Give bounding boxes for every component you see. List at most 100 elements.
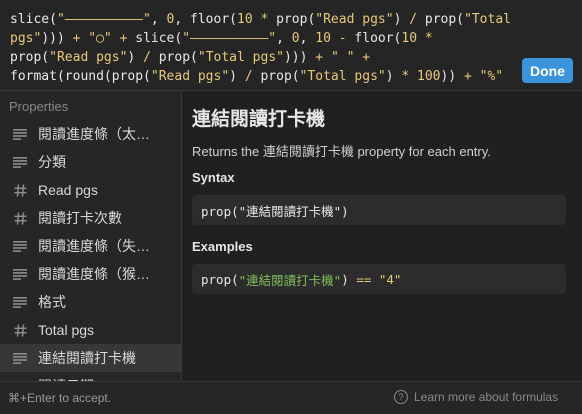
text-lines-icon bbox=[11, 155, 29, 169]
code-token: "%" bbox=[479, 69, 504, 84]
accept-hint: ⌘+Enter to accept. bbox=[8, 391, 112, 405]
code-token: ))) bbox=[41, 31, 73, 46]
text-lines-icon bbox=[11, 295, 29, 309]
hash-icon bbox=[11, 183, 29, 197]
question-circle-icon: ? bbox=[394, 390, 408, 404]
code-token: slice( bbox=[10, 12, 57, 27]
property-label: 連結閱讀打卡機 bbox=[38, 350, 136, 366]
code-token: "Read pgs" bbox=[49, 50, 128, 65]
property-item[interactable]: 閱讀進度條（太… bbox=[0, 120, 181, 148]
property-label: 閱讀進度條（猴… bbox=[38, 266, 150, 282]
formula-editor[interactable]: slice("——————————", 0, floor(10 * prop("… bbox=[0, 0, 582, 90]
property-label: Total pgs bbox=[38, 322, 95, 338]
sidebar-title: Properties bbox=[9, 99, 69, 114]
code-token: "4" bbox=[378, 271, 402, 287]
property-label: 閱讀進度條（太… bbox=[38, 126, 150, 142]
code-token: "Total bbox=[464, 12, 511, 27]
code-token: + bbox=[464, 69, 472, 84]
text-lines-icon bbox=[11, 127, 29, 141]
code-token: pgs" bbox=[10, 31, 42, 46]
hash-icon bbox=[11, 211, 29, 225]
code-token: * bbox=[417, 31, 433, 46]
code-token: , bbox=[299, 31, 316, 46]
property-detail-panel: 連結閱讀打卡機 Returns the 連結閱讀打卡機 property for… bbox=[182, 91, 582, 381]
done-button[interactable]: Done bbox=[522, 58, 573, 83]
hash-icon bbox=[11, 323, 29, 337]
text-lines-icon bbox=[11, 267, 29, 281]
code-token: prop( bbox=[201, 271, 239, 287]
code-token: == bbox=[356, 271, 372, 287]
examples-label: Examples bbox=[192, 239, 253, 254]
property-label: Read pgs bbox=[38, 182, 98, 198]
properties-sidebar: Properties 閱讀進度條（太… 分類 Read pgs 閱讀打卡次數 閱讀進度條… bbox=[0, 91, 181, 381]
code-token: / bbox=[244, 69, 253, 84]
code-token: , bbox=[276, 31, 292, 46]
code-token: "——————————" bbox=[56, 12, 151, 27]
property-item[interactable]: 連結閱讀打卡機 bbox=[0, 344, 181, 372]
code-token: - bbox=[330, 31, 355, 46]
property-label: 格式 bbox=[38, 294, 66, 310]
code-token: prop( bbox=[150, 50, 198, 65]
text-lines-icon bbox=[11, 239, 29, 253]
code-token: , floor( bbox=[174, 12, 237, 27]
property-item[interactable]: 格式 bbox=[0, 288, 181, 316]
syntax-label: Syntax bbox=[192, 170, 235, 185]
property-label: 閱讀進度條（失… bbox=[38, 238, 150, 254]
code-token: 0 bbox=[291, 31, 300, 46]
property-item[interactable]: 閱讀日期 bbox=[0, 372, 181, 381]
code-token: ) bbox=[229, 69, 245, 84]
formula-line: pgs"))) + "◯" + slice("——————————", 0, 1… bbox=[10, 29, 572, 48]
formula-line: format(round(prop("Read pgs") / prop("To… bbox=[10, 67, 572, 86]
properties-list: 閱讀進度條（太… 分類 Read pgs 閱讀打卡次數閱讀進度條（失… 閱讀進度條（猴…… bbox=[0, 120, 181, 381]
code-token: slice( bbox=[127, 31, 183, 46]
property-item[interactable]: 分類 bbox=[0, 148, 181, 176]
syntax-code: prop("連結閱讀打卡機") bbox=[192, 195, 566, 225]
property-label: 分類 bbox=[38, 154, 66, 170]
code-token: prop( bbox=[276, 12, 316, 27]
code-token: ) bbox=[385, 69, 402, 84]
code-token: 10 bbox=[315, 31, 331, 46]
code-token: "Total pgs" bbox=[299, 69, 386, 84]
property-item[interactable]: Total pgs bbox=[0, 316, 181, 344]
desc-prefix: Returns the bbox=[192, 144, 263, 159]
code-token: )) bbox=[440, 69, 464, 84]
code-token: * bbox=[252, 12, 277, 27]
code-token: prop("連結閱讀打卡機") bbox=[201, 203, 349, 219]
text-lines-icon bbox=[11, 351, 29, 365]
property-item[interactable]: 閱讀進度條（失… bbox=[0, 232, 181, 260]
code-token: "連結閱讀打卡機" bbox=[238, 272, 342, 288]
code-token: "◯" bbox=[88, 31, 112, 46]
property-title: 連結閱讀打卡機 bbox=[192, 109, 326, 130]
property-item[interactable]: 閱讀進度條（猴… bbox=[0, 260, 181, 288]
formula-line: slice("——————————", 0, floor(10 * prop("… bbox=[10, 10, 572, 29]
code-token: format(round(prop( bbox=[10, 69, 151, 84]
code-token: prop( bbox=[10, 50, 50, 65]
learn-more-link[interactable]: ? Learn more about formulas bbox=[394, 390, 558, 404]
code-token: prop( bbox=[252, 69, 300, 84]
code-token: ) bbox=[127, 50, 144, 65]
code-token: "——————————" bbox=[182, 31, 277, 46]
learn-more-label[interactable]: Learn more about formulas bbox=[414, 390, 558, 404]
desc-suffix: property for each entry. bbox=[353, 144, 491, 159]
code-token: ) bbox=[393, 12, 410, 27]
formula-line: prop("Read pgs") / prop("Total pgs"))) +… bbox=[10, 48, 572, 67]
footer-bar: ⌘+Enter to accept. ? Learn more about fo… bbox=[0, 381, 582, 414]
code-token: 100 bbox=[417, 69, 441, 84]
code-token: + bbox=[362, 50, 371, 65]
code-token: floor( bbox=[354, 31, 402, 46]
code-token: + bbox=[315, 50, 324, 65]
code-token: prop( bbox=[417, 12, 465, 27]
code-token: , bbox=[150, 12, 167, 27]
code-token: 10 bbox=[237, 12, 253, 27]
property-description: Returns the 連結閱讀打卡機 property for each en… bbox=[192, 141, 582, 159]
property-item[interactable]: 閱讀打卡次數 bbox=[0, 204, 181, 232]
example-code: prop("連結閱讀打卡機") == "4" bbox=[192, 264, 566, 294]
code-token: ))) bbox=[283, 50, 316, 65]
property-item[interactable]: Read pgs bbox=[0, 176, 181, 204]
code-token: "Total pgs" bbox=[197, 50, 284, 65]
